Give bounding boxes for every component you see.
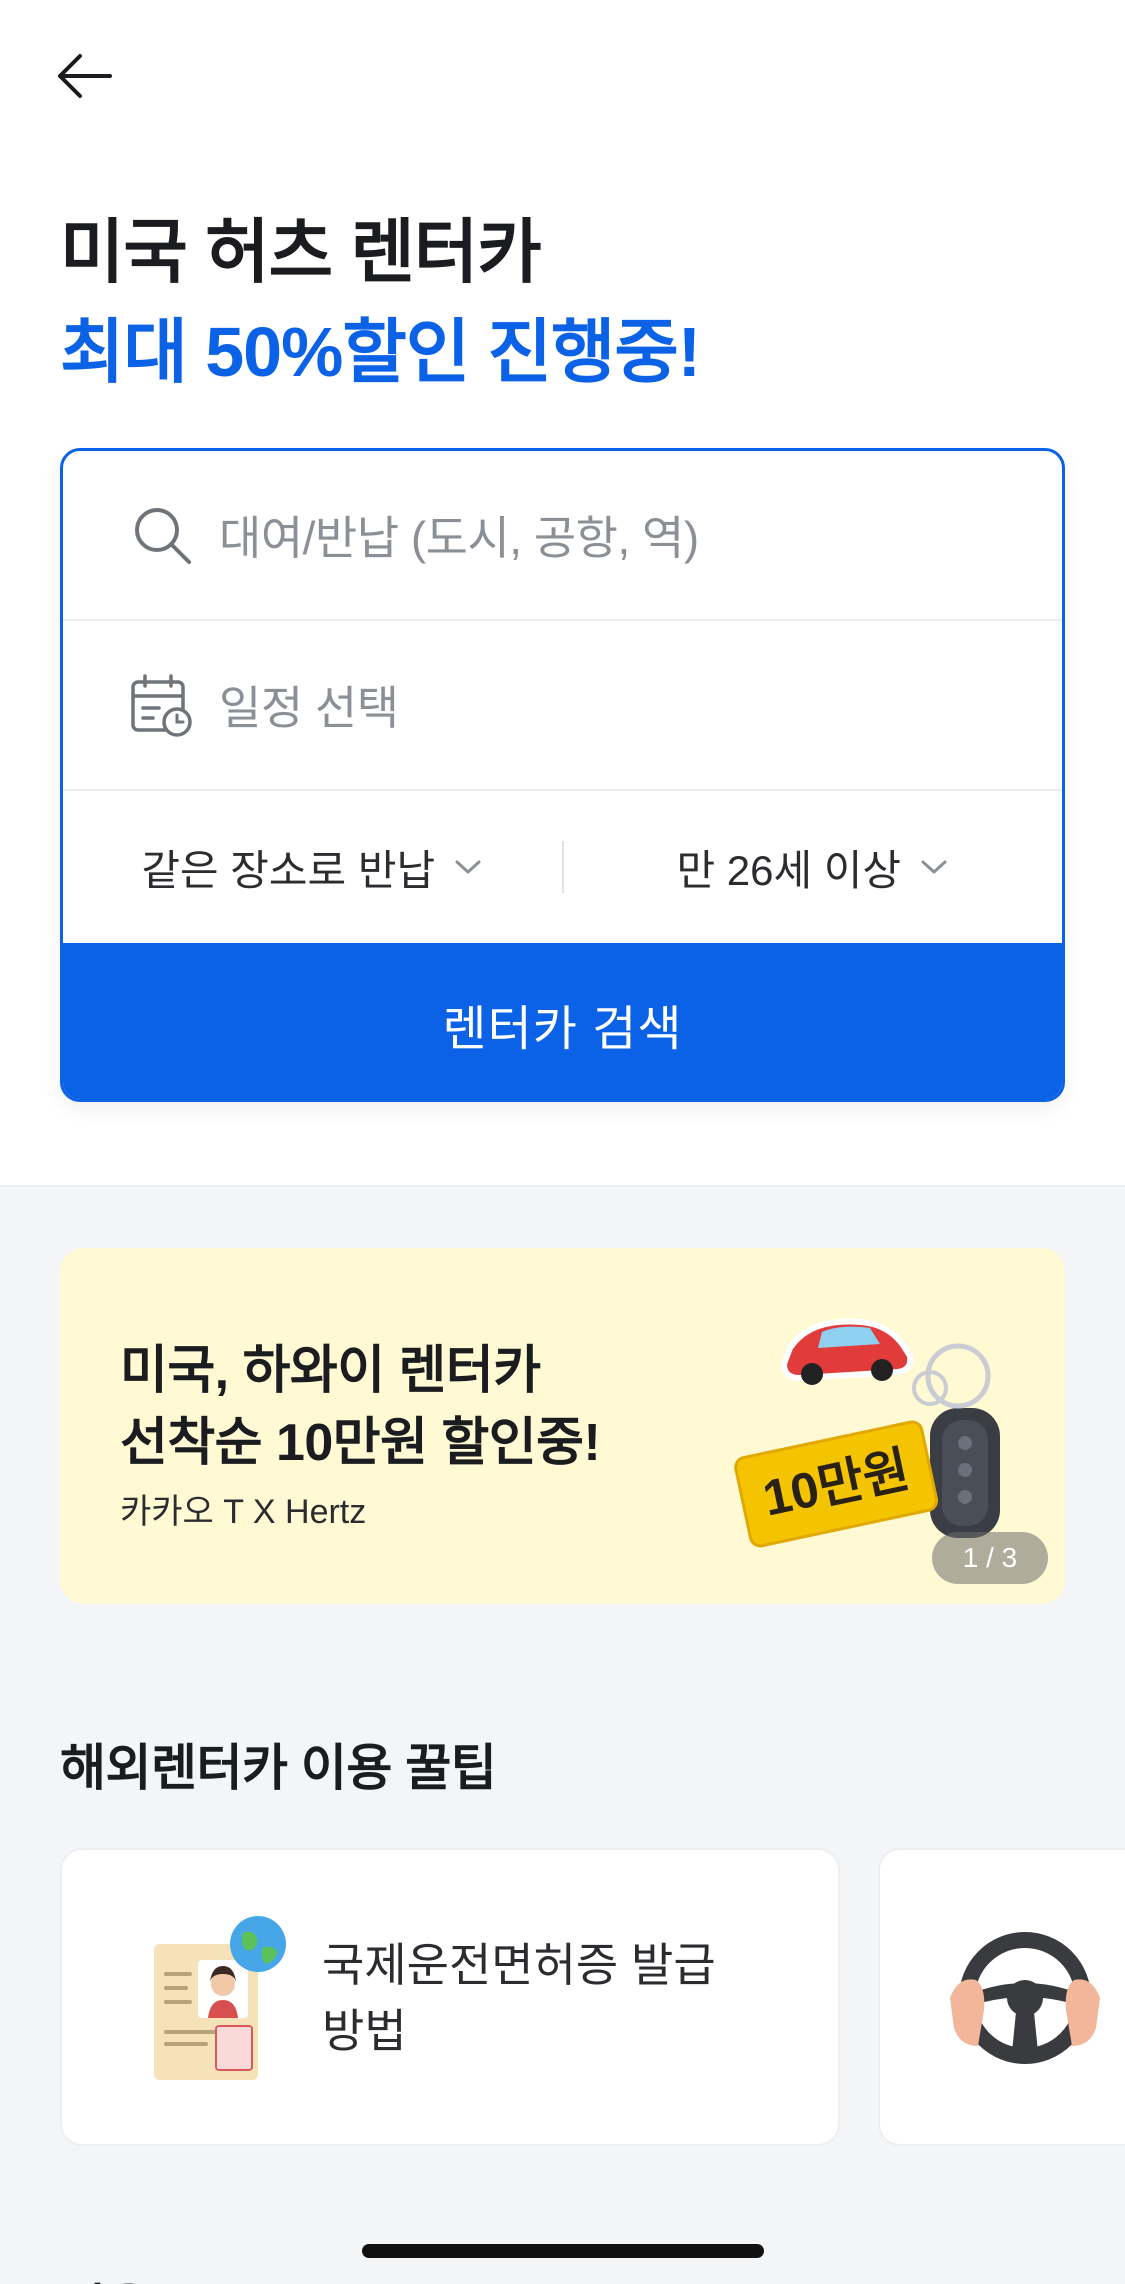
location-field[interactable]: 대여/반납 (도시, 공항, 역): [63, 451, 1062, 621]
next-section-title: 이용 중 Q&A: [60, 2268, 337, 2284]
home-indicator[interactable]: [362, 2244, 764, 2258]
steering-wheel-icon: [950, 1932, 1100, 2064]
driver-age-dropdown[interactable]: 만 26세 이상: [564, 837, 1063, 898]
tip-label: 국제운전면허증 발급 방법: [322, 1939, 716, 2057]
rental-search-button[interactable]: 렌터카 검색: [63, 943, 1062, 1099]
banner-headline-2: 선착순 10만원 할인중!: [120, 1414, 601, 1472]
date-placeholder: 일정 선택: [219, 682, 399, 734]
return-location-label: 같은 장소로 반납: [141, 846, 436, 894]
search-options: 같은 장소로 반납 만 26세 이상: [63, 791, 1062, 943]
page-title: 미국 허츠 렌터카: [60, 213, 542, 291]
return-location-dropdown[interactable]: 같은 장소로 반납: [63, 837, 562, 898]
arrow-left-icon[interactable]: [52, 48, 116, 104]
tip-card[interactable]: 국제운전면허증 발급 방법: [60, 1848, 840, 2146]
search-icon: [135, 508, 191, 564]
top-section: 미국 허츠 렌터카 최대 50%할인 진행중! 대여/반납 (도시, 공항, 역…: [0, 0, 1125, 1187]
location-placeholder: 대여/반납 (도시, 공항, 역): [219, 512, 699, 564]
chevron-down-icon: [455, 860, 481, 874]
tips-section-title: 해외렌터카 이용 꿀팁: [60, 1740, 497, 1796]
banner-pager: 1 / 3: [932, 1532, 1048, 1584]
car-key-tag-illustration: 10만원: [734, 1318, 1000, 1548]
promo-banner[interactable]: 미국, 하와이 렌터카 선착순 10만원 할인중! 카카오 T X Hertz …: [60, 1248, 1065, 1604]
rental-search-card: 대여/반납 (도시, 공항, 역) 일정 선택 같은 장소로 반납 만 26세 …: [60, 448, 1065, 1102]
calendar-clock-icon: [131, 674, 192, 737]
banner-subtitle: 카카오 T X Hertz: [120, 1493, 367, 1531]
banner-headline-1: 미국, 하와이 렌터카: [120, 1342, 541, 1400]
tip-card[interactable]: [878, 1848, 1125, 2146]
date-field[interactable]: 일정 선택: [63, 621, 1062, 791]
chevron-down-icon: [921, 860, 947, 874]
license-globe-icon: [154, 1916, 286, 2080]
page-subtitle-promo: 최대 50%할인 진행중!: [60, 313, 701, 391]
driver-age-label: 만 26세 이상: [676, 846, 902, 894]
